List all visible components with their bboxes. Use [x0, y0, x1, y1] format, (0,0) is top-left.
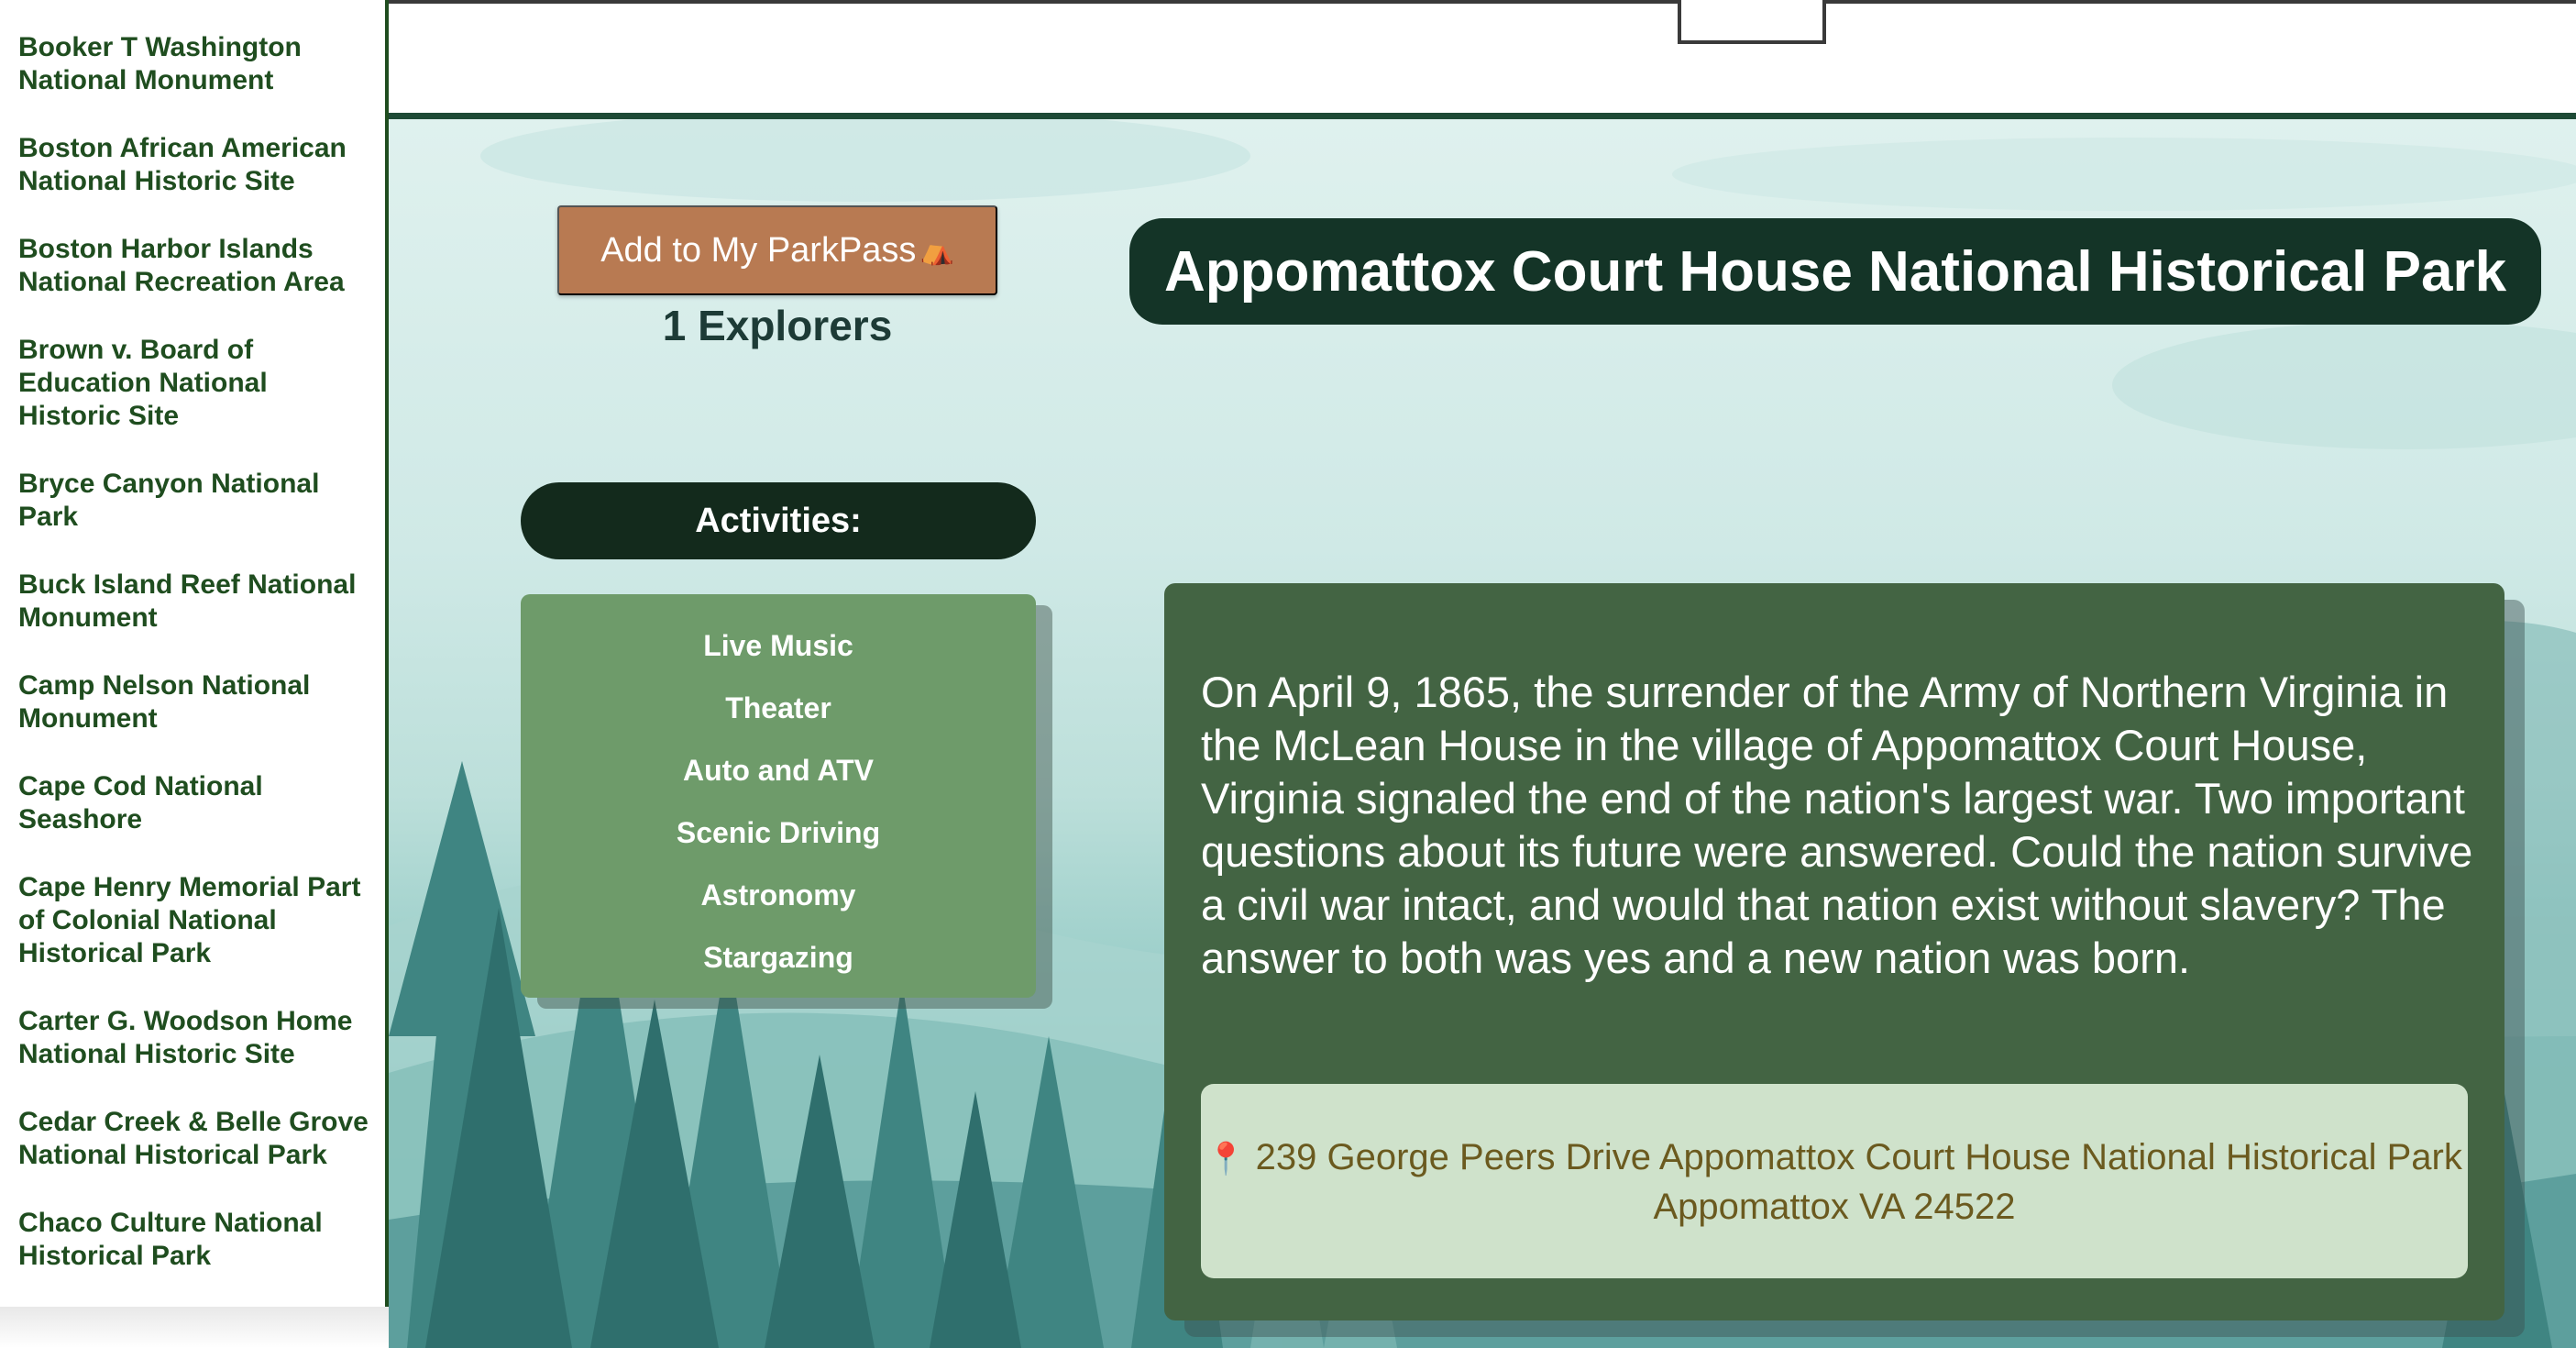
park-address[interactable]: 📍 239 George Peers Drive Appomattox Cour… [1201, 1084, 2468, 1278]
explorers-count: 1 Explorers [662, 302, 893, 349]
sidebar-item-brown-v-board[interactable]: Brown v. Board of Education National His… [0, 334, 385, 433]
activity-item: Live Music [703, 629, 853, 662]
add-to-parkpass-button[interactable]: Add to My ParkPass ⛺ [557, 205, 997, 295]
sidebar-bottom-shadow [0, 1307, 389, 1348]
add-to-parkpass-label: Add to My ParkPass [600, 230, 917, 270]
address-line-1: 239 George Peers Drive Appomattox Court … [1255, 1137, 2462, 1177]
address-line-2: Appomattox VA 24522 [1653, 1187, 2016, 1227]
park-description-card: On April 9, 1865, the surrender of the A… [1164, 583, 2504, 1320]
sidebar-item-booker-t-washington[interactable]: Booker T Washington National Monument [0, 31, 385, 97]
sidebar-item-cedar-creek-belle-grove[interactable]: Cedar Creek & Belle Grove National Histo… [0, 1106, 385, 1172]
activity-item: Auto and ATV [683, 754, 874, 787]
activities-heading: Activities: [521, 482, 1036, 559]
header-tab-handle[interactable] [1678, 0, 1826, 44]
sidebar-item-carter-g-woodson[interactable]: Carter G. Woodson Home National Historic… [0, 1005, 385, 1071]
park-detail-main: Add to My ParkPass ⛺ 1 Explorers Activit… [389, 119, 2576, 1348]
sidebar-item-camp-nelson[interactable]: Camp Nelson National Monument [0, 669, 385, 735]
activity-item: Astronomy [700, 878, 856, 912]
header-bar [389, 0, 2576, 119]
activity-item: Stargazing [703, 941, 853, 974]
tent-icon: ⛺ [919, 235, 954, 266]
sidebar-item-chaco-culture[interactable]: Chaco Culture National Historical Park [0, 1207, 385, 1273]
sidebar-item-boston-harbor-islands[interactable]: Boston Harbor Islands National Recreatio… [0, 233, 385, 299]
sidebar-item-buck-island-reef[interactable]: Buck Island Reef National Monument [0, 569, 385, 635]
park-title: Appomattox Court House National Historic… [1129, 218, 2541, 325]
map-pin-icon: 📍 [1206, 1142, 1246, 1177]
sidebar: Booker T Washington National Monument Bo… [0, 0, 389, 1307]
activity-item: Scenic Driving [676, 816, 881, 849]
sidebar-item-boston-african-american[interactable]: Boston African American National Histori… [0, 132, 385, 198]
activity-item: Theater [725, 691, 831, 724]
sidebar-item-cape-henry-memorial[interactable]: Cape Henry Memorial Part of Colonial Nat… [0, 871, 385, 970]
activities-list: Live Music Theater Auto and ATV Scenic D… [521, 594, 1036, 998]
park-description: On April 9, 1865, the surrender of the A… [1201, 668, 2473, 982]
sidebar-item-cape-cod[interactable]: Cape Cod National Seashore [0, 770, 385, 836]
sidebar-item-bryce-canyon[interactable]: Bryce Canyon National Park [0, 468, 385, 534]
